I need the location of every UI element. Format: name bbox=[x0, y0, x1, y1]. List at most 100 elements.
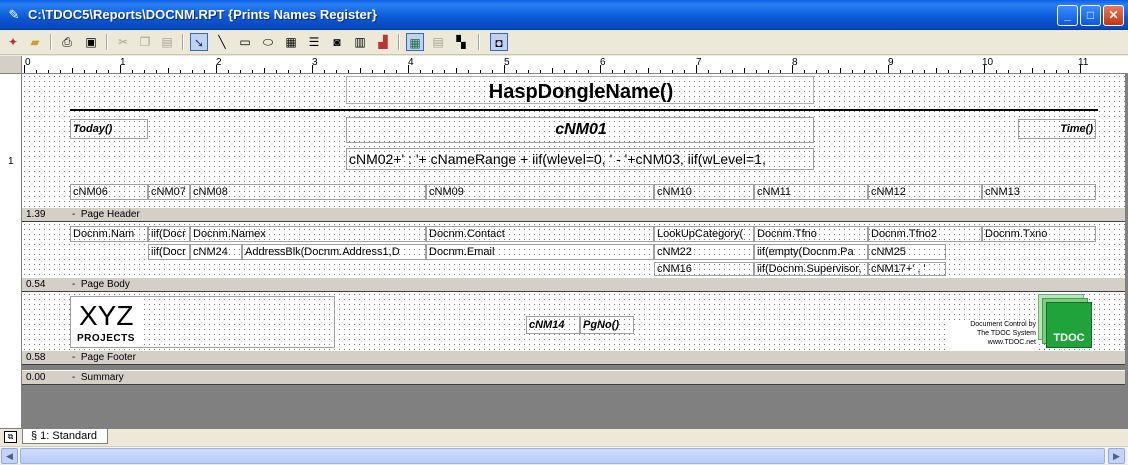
body-field[interactable]: Docnm.Tfno bbox=[754, 226, 868, 242]
company-name-field[interactable]: cNM01 bbox=[346, 117, 814, 143]
page-body-band[interactable]: Docnm.Nam iif(Docr Docnm.Namex Docnm.Con… bbox=[22, 222, 1125, 277]
page-label-field[interactable]: cNM14 bbox=[526, 316, 580, 334]
scroll-right-button[interactable]: ▶ bbox=[1108, 448, 1125, 464]
column-header[interactable]: cNM06 bbox=[70, 184, 148, 200]
body-field[interactable]: Docnm.Txno bbox=[982, 226, 1096, 242]
ruler-tick bbox=[888, 65, 889, 73]
column-header[interactable]: cNM13 bbox=[982, 184, 1096, 200]
close-button[interactable]: ✕ bbox=[1103, 5, 1124, 26]
ruler-tick bbox=[552, 68, 553, 73]
ruler-tick bbox=[468, 70, 469, 73]
ruler-tick bbox=[564, 70, 565, 73]
scroll-left-button[interactable]: ◀ bbox=[1, 448, 18, 464]
logo-main-text: XYZ bbox=[79, 300, 134, 331]
ruler-tick bbox=[228, 70, 229, 73]
body-field[interactable]: cNM24 bbox=[190, 244, 242, 260]
ruler-tick bbox=[360, 68, 361, 73]
ruler-tick bbox=[180, 70, 181, 73]
logo-frame[interactable]: XYZ PROJECTS bbox=[70, 296, 335, 348]
text-tool-icon[interactable]: ☰ bbox=[305, 33, 323, 51]
body-field[interactable]: iif(Docnm.Supervisor, bbox=[754, 262, 868, 276]
column-header[interactable]: cNM11 bbox=[754, 184, 868, 200]
ruler-tick bbox=[1056, 70, 1057, 73]
name-range-field[interactable]: cNM02+' : '+ cNameRange + iif(wlevel=0, … bbox=[346, 148, 814, 170]
ruler-tick bbox=[168, 68, 169, 73]
body-field[interactable]: iif(Docr bbox=[148, 244, 190, 260]
time-field[interactable]: Time() bbox=[1018, 119, 1096, 139]
body-field[interactable]: Docnm.Email bbox=[426, 244, 654, 260]
rectangle-tool-icon[interactable]: ▭ bbox=[236, 33, 254, 51]
horizontal-scrollbar[interactable]: ◀ ▶ bbox=[0, 446, 1128, 464]
summary-separator[interactable]: 0.00 - Summary bbox=[22, 370, 1125, 385]
layout-icon[interactable]: ▚ bbox=[452, 33, 470, 51]
body-field[interactable]: Docnm.Contact bbox=[426, 226, 654, 242]
report-title-field[interactable]: HaspDongleName() bbox=[346, 76, 814, 104]
body-field[interactable]: Docnm.Namex bbox=[190, 226, 426, 242]
ruler-tick bbox=[960, 70, 961, 73]
print-preview-icon[interactable]: ▣ bbox=[82, 33, 100, 51]
minimize-button[interactable]: _ bbox=[1057, 5, 1078, 26]
ruler-tick bbox=[36, 70, 37, 73]
column-header[interactable]: cNM07 bbox=[148, 184, 190, 200]
control-line: www.TDOC.net bbox=[987, 339, 1036, 346]
body-field[interactable]: Docnm.Nam bbox=[70, 226, 148, 242]
table-tool-icon[interactable]: ▥ bbox=[351, 33, 369, 51]
field-tool-icon[interactable]: ▦ bbox=[282, 33, 300, 51]
new-report-icon[interactable]: ✦ bbox=[4, 33, 22, 51]
column-header[interactable]: cNM08 bbox=[190, 184, 426, 200]
body-field[interactable]: cNM25 bbox=[868, 244, 946, 260]
vertical-ruler: 1 bbox=[0, 74, 22, 428]
ruler-tick bbox=[732, 70, 733, 73]
picture-tool-icon[interactable]: ◙ bbox=[328, 33, 346, 51]
ruler-tick bbox=[540, 70, 541, 73]
body-field[interactable]: cNM17+' , ' bbox=[868, 262, 946, 276]
ruler-tick bbox=[528, 70, 529, 73]
toolbar-separator bbox=[182, 34, 184, 50]
toolbar-separator bbox=[478, 34, 480, 50]
body-field[interactable]: cNM16 bbox=[654, 262, 754, 276]
body-field[interactable]: iif(empty(Docnm.Pa bbox=[754, 244, 868, 260]
page-footer-separator[interactable]: 0.58 - Page Footer bbox=[22, 350, 1125, 365]
pages-icon[interactable]: ⧉ bbox=[4, 431, 17, 443]
body-field[interactable]: cNM22 bbox=[654, 244, 754, 260]
print-icon[interactable]: ⎙ bbox=[58, 33, 76, 51]
ruler-tick bbox=[300, 70, 301, 73]
body-field[interactable]: AddressBlk(Docnm.Address1,D bbox=[242, 244, 426, 260]
maximize-button[interactable]: □ bbox=[1080, 5, 1101, 26]
scroll-thumb[interactable] bbox=[20, 448, 1105, 464]
ruler-tick bbox=[444, 70, 445, 73]
body-field[interactable]: LookUpCategory( bbox=[654, 226, 754, 242]
page-number-field[interactable]: PgNo() bbox=[580, 316, 634, 334]
ruler-tick bbox=[1008, 70, 1009, 73]
column-header[interactable]: cNM10 bbox=[654, 184, 754, 200]
today-field[interactable]: Today() bbox=[70, 119, 148, 139]
line-tool-icon[interactable]: ╲ bbox=[213, 33, 231, 51]
grid-icon[interactable]: ▦ bbox=[406, 33, 424, 51]
band-label: - Page Footer bbox=[72, 352, 136, 363]
report-design-area[interactable]: HaspDongleName() Today() cNM01 cNM02+' :… bbox=[22, 74, 1128, 428]
pointer-tool-icon[interactable]: ➘ bbox=[190, 33, 208, 51]
ruler-tick bbox=[756, 70, 757, 73]
page-body-separator[interactable]: 0.54 - Page Body bbox=[22, 277, 1125, 292]
ellipse-tool-icon[interactable]: ⬭ bbox=[259, 33, 277, 51]
toolbar: ✦ ▰ ⎙ ▣ ✂ ❐ ▤ ➘ ╲ ▭ ⬭ ▦ ☰ ◙ ▥ ▟ ▦ ▤ ▚ ◘ bbox=[0, 30, 1128, 55]
copy-icon[interactable]: ❐ bbox=[136, 33, 154, 51]
page-footer-band[interactable]: XYZ PROJECTS cNM14 PgNo() Document Contr… bbox=[22, 292, 1125, 350]
open-folder-icon[interactable]: ▰ bbox=[26, 33, 44, 51]
properties-icon[interactable]: ▤ bbox=[429, 33, 447, 51]
column-header[interactable]: cNM09 bbox=[426, 184, 654, 200]
band-height: 0.00 bbox=[26, 372, 46, 383]
body-field[interactable]: iif(Docr bbox=[148, 226, 190, 242]
paste-icon[interactable]: ▤ bbox=[158, 33, 176, 51]
cut-icon[interactable]: ✂ bbox=[114, 33, 132, 51]
column-header[interactable]: cNM12 bbox=[868, 184, 982, 200]
tab-standard[interactable]: § 1: Standard bbox=[22, 429, 109, 444]
body-field[interactable]: Docnm.Tfno2 bbox=[868, 226, 982, 242]
ruler-tick bbox=[156, 70, 157, 73]
chart-tool-icon[interactable]: ▟ bbox=[374, 33, 392, 51]
page-icon[interactable]: ◘ bbox=[490, 33, 508, 51]
page-header-band[interactable]: HaspDongleName() Today() cNM01 cNM02+' :… bbox=[22, 74, 1125, 207]
ruler-tick bbox=[900, 70, 901, 73]
toolbar-separator bbox=[106, 34, 108, 50]
page-header-separator[interactable]: 1.39 - Page Header bbox=[22, 207, 1125, 222]
